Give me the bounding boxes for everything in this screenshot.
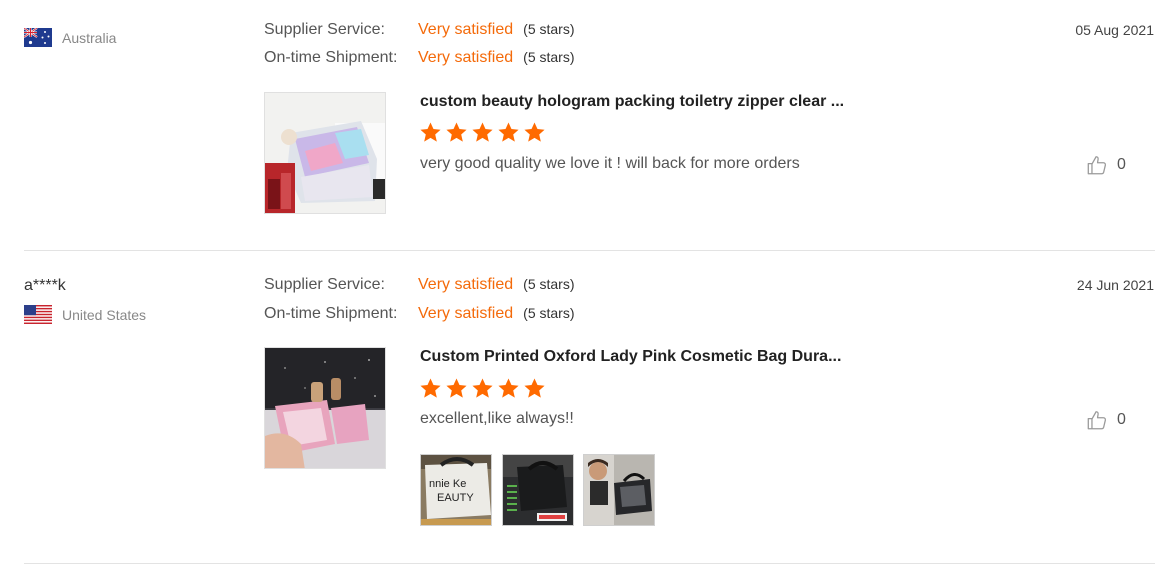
- buyer-country: United States: [24, 305, 146, 324]
- product-rating-stars: [419, 377, 549, 400]
- supplier-service-value: Very satisfied: [418, 21, 514, 38]
- shipment-rating: On-time Shipment: Very satisfied (5 star…: [264, 305, 575, 323]
- star-icon: [446, 122, 467, 142]
- shipment-label: On-time Shipment:: [264, 49, 398, 66]
- star-icon: [420, 378, 441, 398]
- product-title[interactable]: custom beauty hologram packing toiletry …: [420, 93, 844, 111]
- review-date: 05 Aug 2021: [1075, 22, 1154, 38]
- shipment-stars: (5 stars): [523, 305, 575, 321]
- photo-text: nnie Ke: [429, 478, 466, 490]
- review-comment: excellent,like always!!: [420, 410, 574, 427]
- country-name: United States: [62, 306, 147, 323]
- shipment-value: Very satisfied: [418, 49, 514, 66]
- product-rating-stars: [419, 121, 549, 144]
- star-icon: [472, 378, 493, 398]
- star-icon: [472, 122, 493, 142]
- australia-flag-icon: [24, 28, 52, 47]
- review-photo[interactable]: [583, 454, 655, 526]
- shipment-label: On-time Shipment:: [264, 305, 398, 322]
- like-button[interactable]: 0: [1086, 154, 1126, 176]
- review-divider: [24, 563, 1155, 564]
- shipment-value: Very satisfied: [418, 305, 514, 322]
- star-icon: [498, 122, 519, 142]
- country-name: Australia: [62, 29, 117, 46]
- thumbs-up-icon: [1087, 411, 1107, 430]
- star-icon: [446, 378, 467, 398]
- supplier-service-rating: Supplier Service: Very satisfied (5 star…: [264, 21, 575, 39]
- supplier-service-rating: Supplier Service: Very satisfied (5 star…: [264, 276, 575, 294]
- review-photo[interactable]: nnie Ke EAUTY: [420, 454, 492, 526]
- product-thumbnail[interactable]: [264, 92, 386, 214]
- like-count: 0: [1117, 411, 1126, 428]
- photo-text: EAUTY: [437, 492, 474, 504]
- review-comment: very good quality we love it ! will back…: [420, 155, 800, 172]
- star-icon: [498, 378, 519, 398]
- product-title[interactable]: Custom Printed Oxford Lady Pink Cosmetic…: [420, 348, 841, 366]
- star-icon: [420, 122, 441, 142]
- supplier-service-value: Very satisfied: [418, 276, 514, 293]
- shipment-rating: On-time Shipment: Very satisfied (5 star…: [264, 49, 575, 67]
- review-item: Australia Supplier Service: Very satisfi…: [0, 0, 1168, 250]
- like-button[interactable]: 0: [1086, 409, 1126, 431]
- supplier-service-stars: (5 stars): [523, 21, 575, 37]
- thumbs-up-icon: [1087, 156, 1107, 175]
- buyer-country: Australia: [24, 28, 116, 47]
- supplier-service-stars: (5 stars): [523, 276, 575, 292]
- star-icon: [524, 122, 545, 142]
- review-item: a****k United States Supplier Service: V…: [0, 251, 1168, 563]
- review-photo[interactable]: [502, 454, 574, 526]
- like-count: 0: [1117, 156, 1126, 173]
- supplier-service-label: Supplier Service:: [264, 21, 385, 38]
- buyer-name: a****k: [24, 277, 66, 294]
- review-date: 24 Jun 2021: [1076, 277, 1154, 293]
- supplier-service-label: Supplier Service:: [264, 276, 385, 293]
- product-thumbnail[interactable]: [264, 347, 386, 469]
- usa-flag-icon: [24, 305, 52, 324]
- star-icon: [524, 378, 545, 398]
- shipment-stars: (5 stars): [523, 49, 575, 65]
